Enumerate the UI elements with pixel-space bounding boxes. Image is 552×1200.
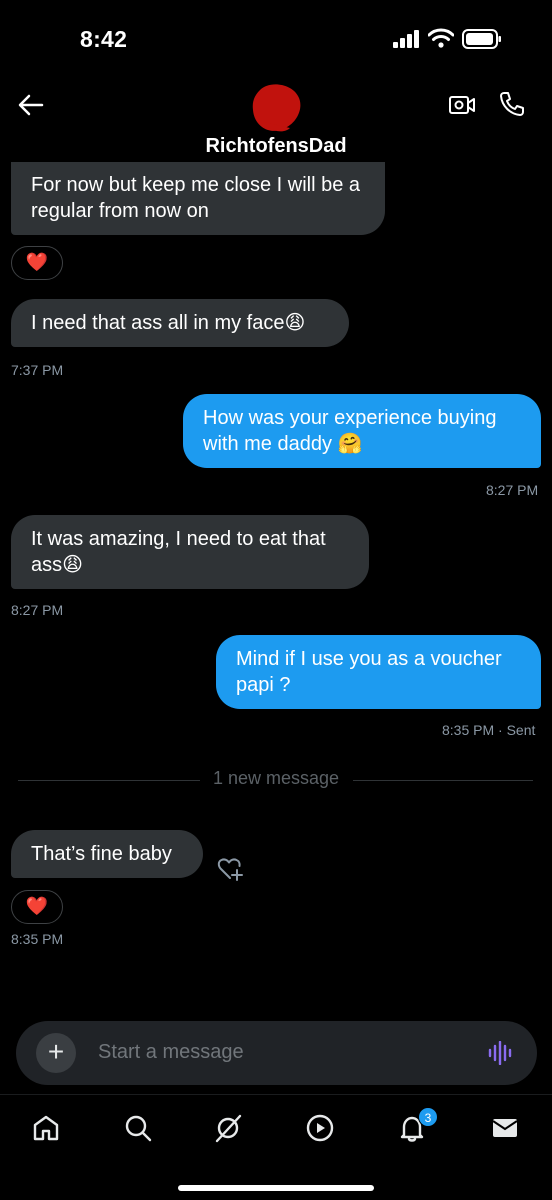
message-timestamp: 8:35 PM · Sent: [442, 722, 535, 738]
add-reaction-icon[interactable]: [216, 856, 244, 882]
video-call-icon[interactable]: [448, 93, 476, 117]
phone-icon[interactable]: [498, 90, 526, 118]
wifi-icon: [428, 28, 454, 48]
message-bubble-outgoing[interactable]: How was your experience buying with me d…: [183, 394, 541, 468]
notifications-badge: 3: [418, 1107, 438, 1127]
cellular-signal-icon: [393, 30, 419, 48]
video-play-icon[interactable]: [305, 1113, 335, 1143]
message-time: 8:35 PM: [442, 722, 495, 738]
avatar[interactable]: [250, 82, 302, 134]
new-message-divider: 1 new message: [212, 768, 340, 788]
message-bubble-incoming[interactable]: For now but keep me close I will be a re…: [11, 162, 385, 235]
conversation-title[interactable]: RichtofensDad: [0, 135, 552, 158]
conversation-header: RichtofensDad: [0, 80, 552, 170]
home-icon[interactable]: [31, 1113, 61, 1143]
message-bubble-incoming[interactable]: I need that ass all in my face😩: [11, 299, 349, 347]
message-timestamp: 8:35 PM: [11, 931, 64, 947]
grok-icon[interactable]: [213, 1113, 243, 1143]
message-sent-status: · Sent: [498, 722, 536, 738]
messages-envelope-icon[interactable]: [490, 1113, 520, 1143]
message-input[interactable]: Start a message: [98, 1041, 244, 1064]
add-media-button[interactable]: +: [36, 1033, 76, 1073]
voice-message-icon[interactable]: [488, 1041, 514, 1065]
search-icon[interactable]: [123, 1113, 153, 1143]
heart-reaction[interactable]: ❤️: [11, 246, 63, 280]
status-bar: 8:42: [0, 0, 552, 80]
message-bubble-outgoing[interactable]: Mind if I use you as a voucher papi ?: [216, 635, 541, 709]
arrow-left-icon[interactable]: [16, 90, 46, 120]
battery-icon: [462, 29, 501, 49]
message-timestamp: 8:27 PM: [486, 482, 539, 498]
message-timestamp: 7:37 PM: [11, 362, 64, 378]
message-bubble-incoming[interactable]: That’s fine baby: [11, 830, 203, 878]
message-bubble-incoming[interactable]: It was amazing, I need to eat that ass😩: [11, 515, 369, 589]
heart-reaction[interactable]: ❤️: [11, 890, 63, 924]
message-timestamp: 8:27 PM: [11, 602, 64, 618]
status-time: 8:42: [80, 26, 128, 52]
message-composer: + Start a message: [16, 1021, 537, 1085]
home-indicator: [178, 1185, 374, 1191]
